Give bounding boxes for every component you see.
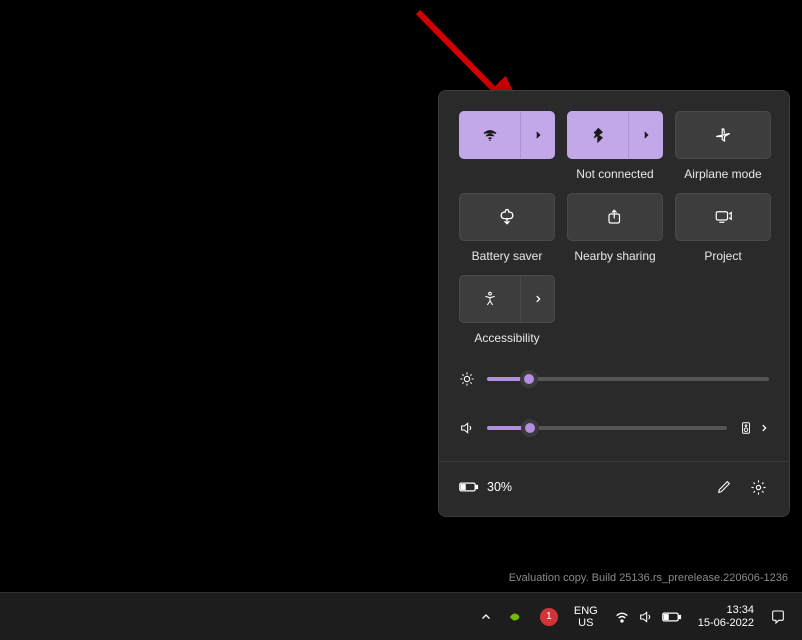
gear-icon — [750, 479, 767, 496]
accessibility-expand[interactable] — [520, 276, 554, 322]
taskbar-date: 15-06-2022 — [698, 617, 754, 630]
accessibility-label: Accessibility — [474, 331, 539, 345]
battery-saver-tile[interactable] — [459, 193, 555, 241]
brightness-slider[interactable] — [487, 377, 769, 381]
battery-icon — [459, 480, 479, 494]
accessibility-toggle[interactable] — [460, 276, 520, 322]
battery-saver-icon — [497, 207, 517, 227]
tray-security-alert[interactable]: 1 — [534, 597, 564, 637]
airplane-mode-tile[interactable] — [675, 111, 771, 159]
audio-output-expand[interactable] — [759, 423, 769, 433]
battery-status[interactable]: 30% — [459, 480, 512, 494]
clock-button[interactable]: 13:34 15-06-2022 — [692, 597, 760, 637]
tray-overflow-button[interactable] — [474, 597, 498, 637]
language-button[interactable]: ENG US — [568, 597, 604, 637]
quick-settings-tiles: Not connected Airplane mode Battery save… — [439, 91, 789, 363]
pencil-icon — [716, 479, 732, 495]
wifi-toggle[interactable] — [460, 112, 520, 158]
bluetooth-expand[interactable] — [628, 112, 662, 158]
project-icon — [713, 208, 733, 226]
wifi-icon — [481, 126, 499, 144]
chevron-up-icon — [480, 611, 492, 623]
volume-icon — [638, 609, 654, 625]
edit-quick-settings-button[interactable] — [707, 470, 741, 504]
chevron-right-icon — [641, 130, 651, 140]
volume-icon — [459, 420, 475, 436]
chevron-right-icon — [533, 130, 543, 140]
tray-nvidia-icon[interactable] — [502, 597, 530, 637]
battery-saver-label: Battery saver — [472, 249, 543, 263]
nvidia-icon — [508, 609, 524, 625]
audio-output-button[interactable] — [739, 419, 753, 437]
airplane-icon — [714, 126, 732, 144]
bluetooth-tile[interactable] — [567, 111, 663, 159]
lang-secondary: US — [574, 617, 598, 629]
system-tray[interactable] — [608, 597, 688, 637]
airplane-mode-label: Airplane mode — [684, 167, 761, 181]
wifi-icon — [614, 609, 630, 625]
notification-icon — [770, 609, 786, 625]
volume-slider[interactable] — [487, 426, 727, 430]
quick-settings-panel: Not connected Airplane mode Battery save… — [438, 90, 790, 517]
share-icon — [606, 208, 624, 226]
all-settings-button[interactable] — [741, 470, 775, 504]
accessibility-tile[interactable] — [459, 275, 555, 323]
lang-primary: ENG — [574, 605, 598, 617]
project-tile[interactable] — [675, 193, 771, 241]
bluetooth-toggle[interactable] — [568, 112, 628, 158]
nearby-sharing-label: Nearby sharing — [574, 249, 655, 263]
taskbar-time: 13:34 — [698, 604, 754, 617]
volume-slider-row — [459, 419, 769, 437]
alert-badge: 1 — [540, 608, 558, 626]
chevron-right-icon — [533, 294, 543, 304]
brightness-icon — [459, 371, 475, 387]
chevron-right-icon — [759, 423, 769, 433]
notifications-button[interactable] — [764, 597, 792, 637]
bluetooth-icon — [590, 127, 606, 143]
bluetooth-label: Not connected — [576, 167, 653, 181]
taskbar: 1 ENG US 13:34 15-06-2022 — [0, 592, 802, 640]
battery-icon — [662, 611, 682, 623]
project-label: Project — [704, 249, 741, 263]
quick-settings-footer: 30% — [439, 461, 789, 516]
wifi-tile[interactable] — [459, 111, 555, 159]
speaker-device-icon — [739, 419, 753, 437]
battery-percent: 30% — [487, 480, 512, 494]
wifi-expand[interactable] — [520, 112, 554, 158]
accessibility-icon — [482, 291, 498, 307]
brightness-slider-row — [459, 371, 769, 387]
nearby-sharing-tile[interactable] — [567, 193, 663, 241]
windows-watermark: Evaluation copy. Build 25136.rs_prerelea… — [509, 572, 788, 584]
